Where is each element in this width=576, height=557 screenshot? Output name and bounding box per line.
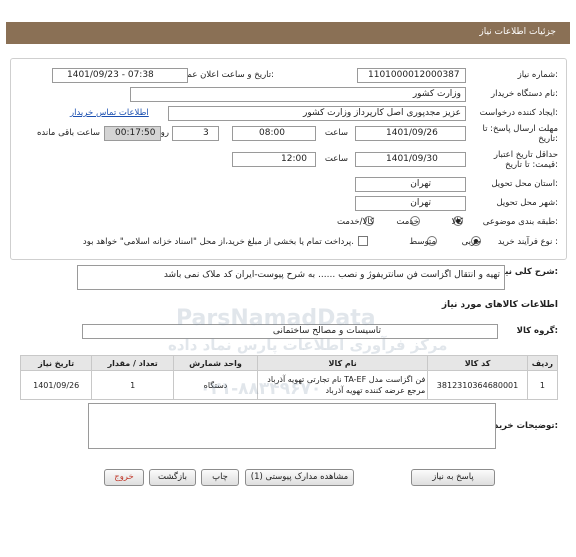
buyer-notes-label: توضیحات خریدار:: [486, 421, 558, 431]
back-button[interactable]: بازگشت: [149, 469, 196, 486]
page-title: جزئیات اطلاعات نیاز: [479, 27, 556, 37]
remaining-label: ساعت باقی مانده: [36, 128, 100, 138]
cell-need-date: 1401/09/26: [19, 370, 93, 400]
goods-table: تاریخ نیاز تعداد / مقدار واحد شمارش نام …: [19, 355, 559, 400]
creator-field: عزیز مجدپوری اصل کارپرداز وزارت کشور: [168, 106, 466, 121]
deadline-date-field: 1401/09/26: [355, 126, 466, 141]
need-number: 1101000012000387: [368, 70, 460, 80]
remaining-time: 00:17:50: [115, 128, 156, 138]
payment-note: پرداخت تمام یا بخشی از مبلغ خرید،از محل …: [82, 237, 354, 247]
remaining-time-field: 00:17:50: [104, 126, 161, 141]
announce-field: 1401/09/23 - 07:38: [52, 68, 188, 83]
category-option-service: خدمت: [396, 217, 419, 227]
view-attachments-button[interactable]: مشاهده مدارک پیوستی (1): [245, 469, 354, 486]
city-label: شهر محل تحویل:: [496, 198, 558, 208]
header-row-number: ردیف: [526, 355, 559, 371]
buyer-org: وزارت کشور: [412, 89, 461, 99]
creator-label: ایجاد کننده درخواست:: [479, 108, 558, 118]
treasury-checkbox[interactable]: [358, 236, 368, 246]
validity-date: 1401/09/30: [386, 154, 438, 164]
province: تهران: [410, 179, 431, 189]
description-field: تهیه و انتقال اگزاست فن سانتریفوژ و نصب …: [77, 265, 505, 290]
cell-goods-name: فن اگزاست مدل TA-EF نام تجارتی تهویه آذر…: [256, 370, 429, 400]
table-row: 1401/09/26 1 دستگاه فن اگزاست مدل TA-EF …: [19, 370, 559, 400]
goods-group: تاسیسات و مصالح ساختمانی: [272, 326, 381, 336]
cell-row-number: 1: [526, 370, 559, 400]
buyer-notes-field: [88, 403, 496, 449]
validity-label: حداقل تاریخ اعتبار قیمت: تا تاریخ:: [493, 150, 558, 170]
validity-time-field: 12:00: [232, 152, 316, 167]
exit-button[interactable]: خروج: [104, 469, 144, 486]
province-label: استان محل تحویل:: [491, 179, 558, 189]
creator: عزیز مجدپوری اصل کارپرداز وزارت کشور: [303, 108, 461, 118]
goods-group-field: تاسیسات و مصالح ساختمانی: [82, 324, 498, 339]
header-unit: واحد شمارش: [173, 355, 258, 371]
city-field: تهران: [355, 196, 466, 211]
cell-goods-code: 3812310364680001: [427, 370, 528, 400]
header-goods-name: نام کالا: [256, 355, 429, 371]
cell-quantity: 1: [91, 370, 175, 400]
buyer-org-field: وزارت کشور: [130, 87, 466, 102]
contact-buyer-link[interactable]: اطلاعات تماس خریدار: [70, 108, 149, 118]
table-header-row: تاریخ نیاز تعداد / مقدار واحد شمارش نام …: [19, 355, 559, 371]
category-label: طبقه بندی موضوعی:: [482, 217, 558, 227]
deadline-time-label: ساعت: [324, 128, 348, 138]
need-number-label: شماره نیاز:: [517, 70, 558, 80]
description-label: شرح کلی نیاز:: [497, 267, 558, 277]
province-field: تهران: [355, 177, 466, 192]
days-value: 3: [203, 128, 209, 138]
process-option-minor: جزیی: [461, 237, 481, 247]
validity-time: 12:00: [281, 154, 307, 164]
city: تهران: [410, 198, 431, 208]
reply-button[interactable]: پاسخ به نیاز: [411, 469, 495, 486]
header-need-date: تاریخ نیاز: [19, 355, 93, 371]
goods-section-title: اطلاعات کالاهای مورد نیاز: [441, 300, 558, 310]
deadline-date: 1401/09/26: [386, 128, 438, 138]
title-bar: جزئیات اطلاعات نیاز: [6, 22, 570, 44]
days-field: 3: [172, 126, 219, 141]
deadline-label: مهلت ارسال پاسخ: تا تاریخ:: [482, 124, 558, 144]
process-label: نوع فرآیند خرید :: [497, 237, 558, 247]
deadline-time-field: 08:00: [232, 126, 316, 141]
category-option-goods-service: کالا/خدمت: [337, 217, 374, 227]
need-number-field: 1101000012000387: [357, 68, 466, 83]
description-text: تهیه و انتقال اگزاست فن سانتریفوژ و نصب …: [163, 270, 500, 280]
process-option-medium: متوسط: [409, 237, 436, 247]
validity-date-field: 1401/09/30: [355, 152, 466, 167]
cell-unit: دستگاه: [173, 370, 258, 400]
category-option-goods: کالا: [451, 217, 463, 227]
validity-time-label: ساعت: [324, 154, 348, 164]
header-goods-code: کد کالا: [427, 355, 528, 371]
announce-value: 1401/09/23 - 07:38: [67, 70, 154, 80]
deadline-time: 08:00: [259, 128, 285, 138]
print-button[interactable]: چاپ: [201, 469, 239, 486]
buyer-org-label: نام دستگاه خریدار:: [491, 89, 558, 99]
header-quantity: تعداد / مقدار: [91, 355, 175, 371]
goods-group-label: گروه کالا:: [516, 326, 558, 336]
